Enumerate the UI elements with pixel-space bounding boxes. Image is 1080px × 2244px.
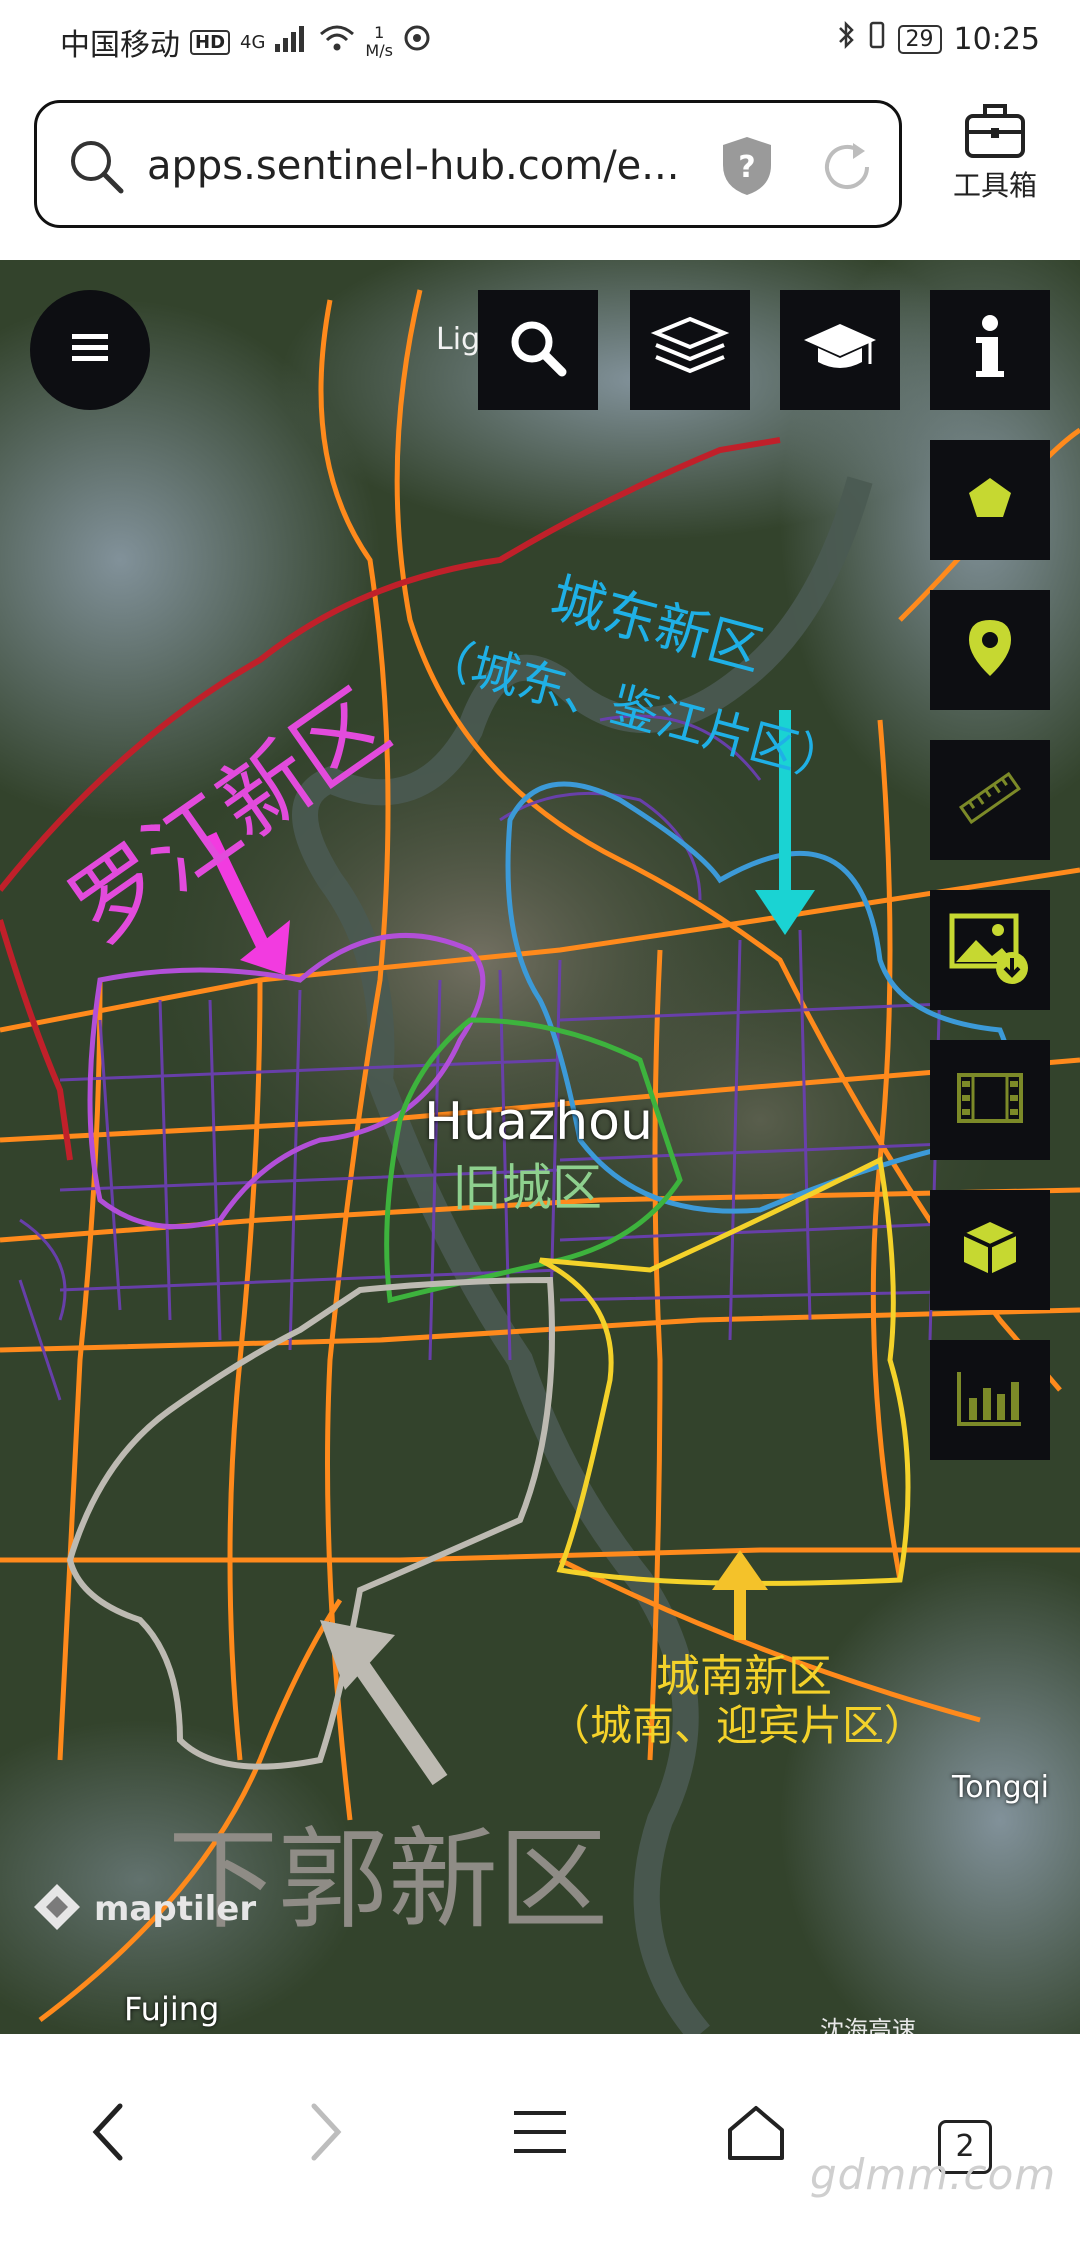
chevron-left-icon xyxy=(88,2100,128,2168)
menu-lines-icon xyxy=(510,2105,570,2163)
battery-indicator: 29 xyxy=(897,24,942,54)
education-icon xyxy=(800,318,880,382)
ruler-icon xyxy=(955,763,1025,837)
polygon-tool-button[interactable] xyxy=(930,440,1050,560)
education-button[interactable] xyxy=(780,290,900,410)
place-label-top: Lig xyxy=(436,322,481,357)
swirl-icon xyxy=(403,24,431,60)
toolbox-button[interactable]: 工具箱 xyxy=(940,100,1050,204)
maptiler-logo-icon xyxy=(30,1880,84,1938)
svg-text:?: ? xyxy=(738,150,755,185)
browser-toolbar: apps.sentinel-hub.com/e... ? 工具箱 xyxy=(0,80,1080,260)
menu-list-button[interactable] xyxy=(490,2084,590,2184)
film-icon xyxy=(955,1071,1025,1129)
layers-icon xyxy=(650,313,730,387)
reload-icon[interactable] xyxy=(817,137,877,201)
back-button[interactable] xyxy=(58,2084,158,2184)
signal-icon xyxy=(275,24,309,60)
image-download-button[interactable] xyxy=(930,890,1050,1010)
place-label-east: Tongqi xyxy=(952,1770,1050,1805)
toolbox-icon xyxy=(963,104,1027,164)
3d-button[interactable] xyxy=(930,1190,1050,1310)
maptiler-text: maptiler xyxy=(94,1889,257,1929)
place-label-southwest: Fujing xyxy=(124,1990,220,2028)
info-icon xyxy=(970,313,1010,387)
carrier-name: 中国移动 xyxy=(60,28,180,63)
browser-bottom-bar xyxy=(0,2034,1080,2244)
menu-button[interactable] xyxy=(30,290,150,410)
statistics-button[interactable] xyxy=(930,1340,1050,1460)
chevron-right-icon xyxy=(306,2100,346,2168)
status-left: 中国移动 HD 4G 1 M/s xyxy=(60,20,431,64)
network-type: 4G xyxy=(240,31,266,53)
hd-icon: HD xyxy=(190,29,231,55)
toolbox-label: 工具箱 xyxy=(952,169,1037,202)
watermark-text: gdmm.com xyxy=(810,2150,1057,2199)
hamburger-icon xyxy=(68,330,112,370)
image-download-icon xyxy=(948,910,1032,990)
map-search-button[interactable] xyxy=(478,290,598,410)
home-icon xyxy=(724,2102,788,2166)
vibrate-icon xyxy=(868,20,886,58)
clock: 10:25 xyxy=(953,21,1040,57)
bluetooth-icon xyxy=(836,20,856,58)
forward-button[interactable] xyxy=(276,2084,376,2184)
net-speed: 1 M/s xyxy=(365,23,393,60)
status-bar: 中国移动 HD 4G 1 M/s 29 10:25 xyxy=(0,0,1080,80)
wifi-icon xyxy=(319,24,355,60)
annotation-old-town: 旧城区 xyxy=(452,1159,602,1217)
ruler-tool-button[interactable] xyxy=(930,740,1050,860)
layers-button[interactable] xyxy=(630,290,750,410)
place-label-bottom: 沈海高速 xyxy=(820,2016,916,2034)
address-bar[interactable]: apps.sentinel-hub.com/e... ? xyxy=(34,100,902,228)
status-right: 29 10:25 xyxy=(836,20,1040,58)
pin-tool-button[interactable] xyxy=(930,590,1050,710)
search-icon xyxy=(67,137,127,201)
annotation-chengnan-sub: （城南、迎宾片区） xyxy=(548,1701,927,1750)
polygon-icon xyxy=(965,473,1015,527)
cube-icon xyxy=(958,1216,1022,1284)
info-button[interactable] xyxy=(930,290,1050,410)
pin-icon xyxy=(965,616,1015,684)
place-label-city: Huazhou xyxy=(424,1092,653,1152)
shield-icon[interactable]: ? xyxy=(717,133,777,203)
home-button[interactable] xyxy=(706,2084,806,2184)
chart-icon xyxy=(955,1368,1025,1432)
maptiler-attribution[interactable]: maptiler xyxy=(30,1880,256,1938)
film-button[interactable] xyxy=(930,1040,1050,1160)
url-text[interactable]: apps.sentinel-hub.com/e... xyxy=(147,143,679,189)
map-view[interactable]: Lig Huazhou Tongqi Fujing 沈海高速 罗江新区 城东新区… xyxy=(0,260,1080,2034)
search-icon xyxy=(506,316,570,384)
